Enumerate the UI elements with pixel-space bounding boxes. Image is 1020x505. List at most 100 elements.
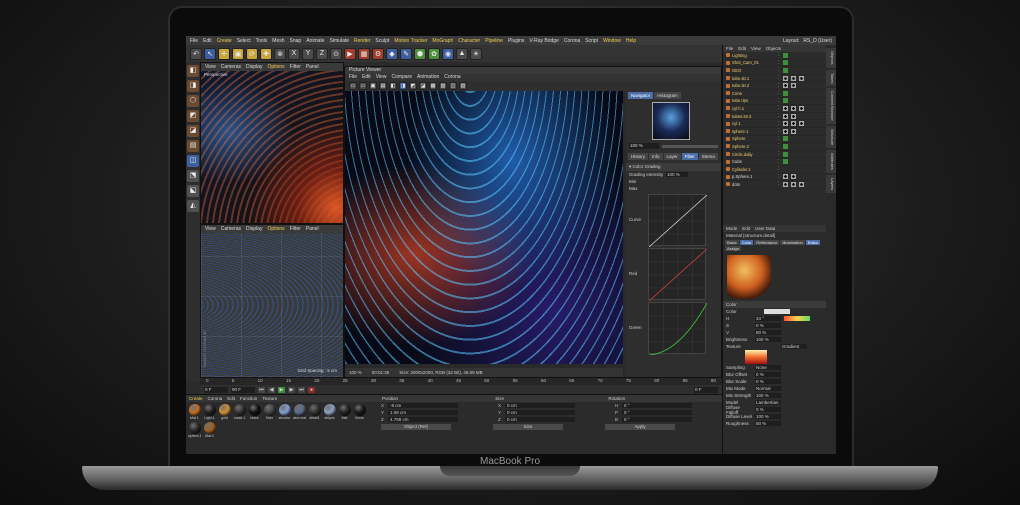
- mode-tool-9-icon[interactable]: ◭: [187, 200, 199, 212]
- object-name[interactable]: GEO: [732, 68, 776, 73]
- side-tab-layers[interactable]: Layers: [826, 174, 836, 193]
- menu-item-create[interactable]: Create: [217, 38, 232, 44]
- model-button[interactable]: ⊗: [274, 47, 286, 60]
- material-swatch[interactable]: detail1: [308, 404, 321, 420]
- tab-editor[interactable]: Editor: [805, 240, 821, 245]
- mode-tool-2-icon[interactable]: ⬡: [187, 95, 199, 107]
- attribute-menu-mode[interactable]: Mode: [726, 225, 737, 232]
- picture-viewer-tool-4-icon[interactable]: ◧: [389, 82, 397, 90]
- visibility-dots[interactable]: ⁚: [778, 83, 780, 89]
- enabled-check-icon[interactable]: [782, 143, 788, 149]
- tab-navigator[interactable]: Navigator: [628, 92, 654, 99]
- pen-button[interactable]: ✎: [400, 47, 412, 60]
- material-tag-icon[interactable]: [782, 121, 788, 127]
- visibility-dots[interactable]: ⁚: [778, 67, 780, 73]
- zoom-slider[interactable]: [662, 144, 718, 148]
- picture-viewer-tool-3-icon[interactable]: ▤: [379, 82, 387, 90]
- object-name[interactable]: tube.rips: [732, 98, 776, 103]
- material-tag-icon[interactable]: [798, 75, 804, 81]
- navigator-thumbnail[interactable]: [652, 102, 690, 140]
- rotation-h-field[interactable]: 0 °: [622, 403, 692, 408]
- material-tag-icon[interactable]: [782, 105, 788, 111]
- menu-item-animate[interactable]: Animate: [306, 38, 324, 44]
- tab-basic[interactable]: Basic: [725, 240, 739, 245]
- go-to-end-button[interactable]: ⏭: [298, 386, 305, 393]
- attribute-menu-user-data[interactable]: User Data: [755, 225, 775, 232]
- step-forward-button[interactable]: ▶: [288, 386, 295, 393]
- environment-button[interactable]: ▲: [456, 47, 468, 60]
- picture-viewer-tool-0-icon[interactable]: ▭: [349, 82, 357, 90]
- deformer-button[interactable]: ◉: [442, 47, 454, 60]
- visibility-dots[interactable]: ⁚: [778, 151, 780, 157]
- menu-item-help[interactable]: Help: [626, 38, 636, 44]
- picture-viewer-menu-edit[interactable]: Edit: [362, 74, 371, 81]
- visibility-dots[interactable]: ⁚: [778, 121, 780, 127]
- material-tag-icon[interactable]: [782, 174, 788, 180]
- viewport-menu-cameras[interactable]: Cameras: [221, 64, 241, 70]
- object-name[interactable]: Lighting: [732, 53, 776, 58]
- hue-field[interactable]: 34 °: [755, 316, 781, 321]
- material-swatch[interactable]: Holo: [263, 404, 276, 420]
- visibility-dots[interactable]: ⁚: [778, 136, 780, 142]
- move-button[interactable]: ✛: [218, 47, 230, 60]
- viewport-menu-cameras[interactable]: Cameras: [221, 226, 241, 232]
- viewport-menu-options[interactable]: Options: [267, 64, 284, 70]
- object-menu-view[interactable]: View: [751, 45, 761, 52]
- rotation-p-field[interactable]: 0 °: [622, 410, 692, 415]
- tab-history[interactable]: History: [628, 153, 649, 160]
- viewport-menu-filter[interactable]: Filter: [290, 64, 301, 70]
- material-swatch[interactable]: Light.1: [203, 404, 216, 420]
- blur-scale-field[interactable]: 0 %: [755, 379, 781, 384]
- material-menu-function[interactable]: Function: [240, 395, 257, 402]
- picture-viewer-tool-10-icon[interactable]: ◫: [449, 82, 457, 90]
- mode-tool-4-icon[interactable]: ◪: [187, 125, 199, 137]
- menu-item-script[interactable]: Script: [585, 38, 598, 44]
- menu-item-pipeline[interactable]: Pipeline: [485, 38, 503, 44]
- object-row[interactable]: Cylinder.1 ⁚: [723, 166, 826, 174]
- enabled-check-icon[interactable]: [782, 136, 788, 142]
- object-row[interactable]: cyl.1 ⁚: [723, 120, 826, 128]
- menu-item-simulate[interactable]: Simulate: [330, 38, 349, 44]
- brightness-field[interactable]: 100 %: [755, 337, 781, 342]
- enabled-check-icon[interactable]: [782, 90, 788, 96]
- menu-item-mograph[interactable]: MoGraph: [432, 38, 453, 44]
- object-row[interactable]: Sphere ⁚: [723, 136, 826, 144]
- viewport-secondary[interactable]: View Cameras Display Options Filter Panel Gri…: [200, 224, 344, 378]
- object-row[interactable]: tube.rips ⁚: [723, 98, 826, 106]
- object-row[interactable]: Circle.daily ⁚: [723, 151, 826, 159]
- object-menu-file[interactable]: File: [726, 45, 733, 52]
- material-swatch[interactable]: sphere.1: [188, 422, 201, 438]
- menu-item-snap[interactable]: Snap: [290, 38, 302, 44]
- object-name[interactable]: Cube: [732, 159, 776, 164]
- tab-layer[interactable]: Layer: [663, 153, 681, 160]
- menu-item-window[interactable]: Window: [603, 38, 621, 44]
- object-name[interactable]: Cylinder.1: [732, 167, 776, 172]
- tab-color[interactable]: Color: [739, 240, 754, 245]
- curve-green-editor[interactable]: Green: [629, 302, 707, 355]
- object-name[interactable]: tube.str.1: [732, 76, 776, 81]
- object-name[interactable]: Shot_Cam_01: [732, 60, 776, 65]
- rendered-image[interactable]: [345, 91, 623, 364]
- mode-tool-3-icon[interactable]: ◩: [187, 110, 199, 122]
- visibility-dots[interactable]: ⁚: [778, 98, 780, 104]
- mode-tool-1-icon[interactable]: ◨: [187, 80, 199, 92]
- object-row[interactable]: GEO ⁚: [723, 67, 826, 75]
- end-frame-field[interactable]: 90 F: [231, 386, 255, 393]
- side-tab-objects[interactable]: Objects: [826, 48, 836, 68]
- tab-histogram[interactable]: Histogram: [654, 92, 681, 99]
- record-button[interactable]: ●: [308, 386, 315, 393]
- object-menu-edit[interactable]: Edit: [738, 45, 746, 52]
- material-menu-texture[interactable]: Texture: [262, 395, 277, 402]
- object-row[interactable]: Cube ⁚: [723, 158, 826, 166]
- object-name[interactable]: cyl.h.1: [732, 106, 776, 111]
- object-row[interactable]: Cone ⁚: [723, 90, 826, 98]
- live-selection-button[interactable]: ↖: [204, 47, 216, 60]
- object-name[interactable]: tubes.str.3: [732, 114, 776, 119]
- undo-button[interactable]: ↶: [190, 47, 202, 60]
- visibility-dots[interactable]: ⁚: [778, 143, 780, 149]
- enabled-check-icon[interactable]: [782, 151, 788, 157]
- render-settings-button[interactable]: ⚙: [372, 47, 384, 60]
- render-view-button[interactable]: ▶: [344, 47, 356, 60]
- object-name[interactable]: tube.str.2: [732, 83, 776, 88]
- coordinate-system-button[interactable]: ⊙: [330, 47, 342, 60]
